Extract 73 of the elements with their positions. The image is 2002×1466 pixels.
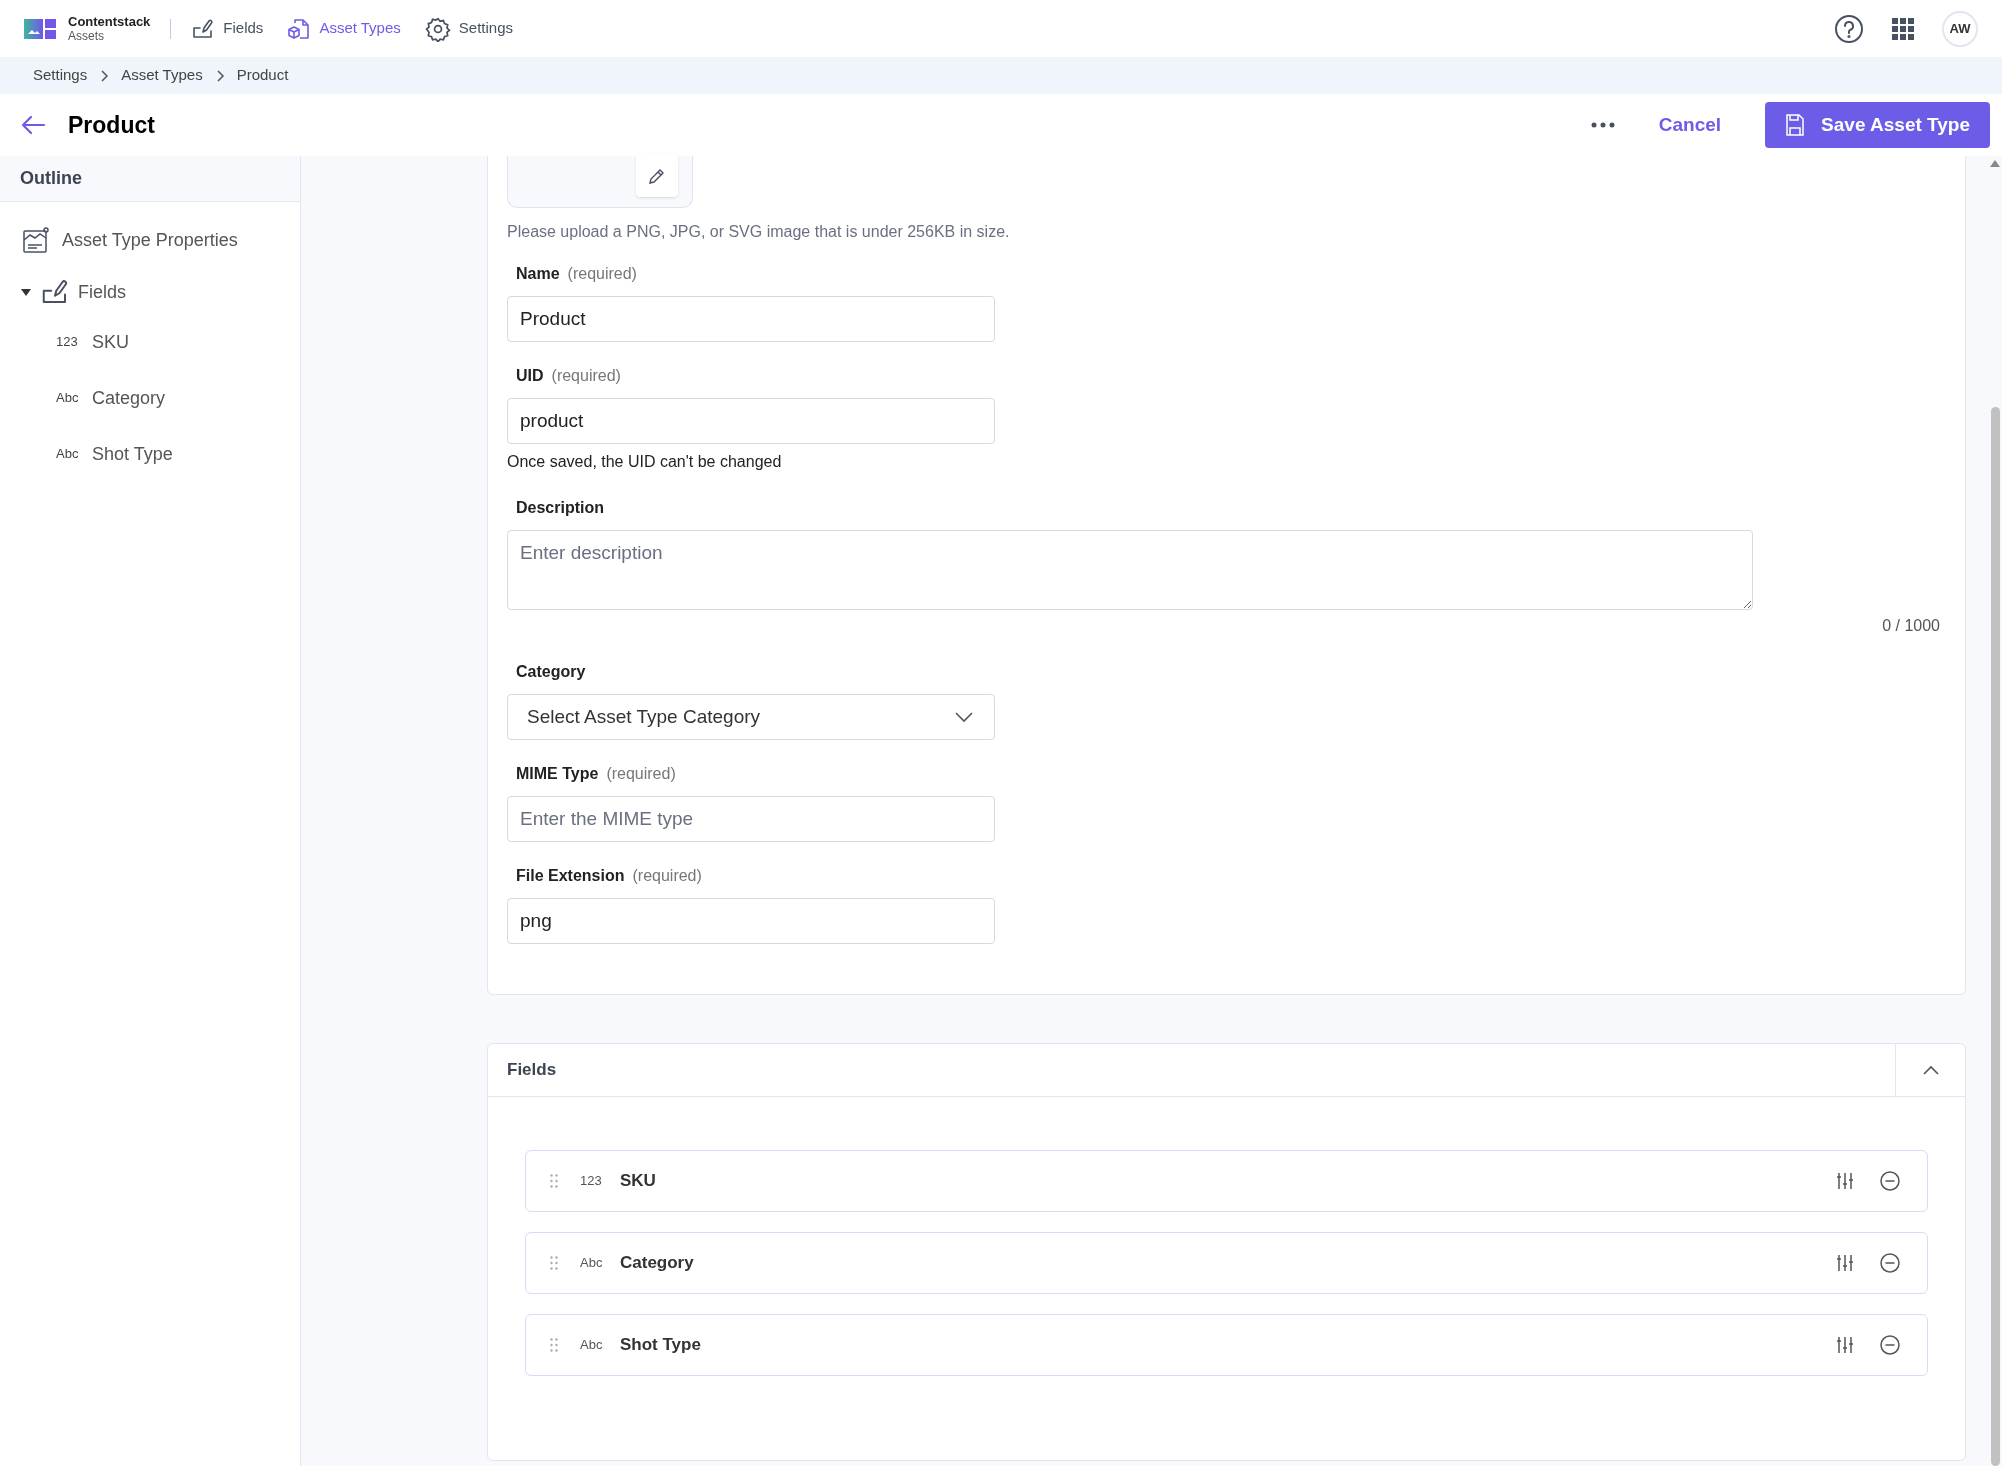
description-field[interactable]: Enter description	[507, 530, 1753, 610]
field-label: UID	[516, 366, 544, 386]
text-field[interactable]: product	[507, 398, 995, 444]
nav-tab[interactable]: Asset Types	[287, 16, 401, 41]
remove-icon[interactable]	[1879, 1334, 1901, 1356]
field-name: Shot Type	[620, 1334, 701, 1357]
product-name: Assets	[68, 28, 105, 44]
sliders-icon[interactable]	[1835, 1335, 1855, 1355]
required-hint: (required)	[632, 866, 702, 886]
chevron-right-icon	[99, 68, 110, 83]
field-label: MIME Type	[516, 764, 599, 784]
breadcrumb-link[interactable]: Asset Types	[121, 64, 203, 87]
sliders-icon[interactable]	[1835, 1253, 1855, 1273]
field-type-label: Abc	[580, 1254, 604, 1273]
outline-item[interactable]: Abc Category	[0, 370, 300, 426]
field-row[interactable]: Abc Shot Type	[525, 1314, 1928, 1376]
field-row[interactable]: 123 SKU	[525, 1150, 1928, 1212]
field-name: SKU	[620, 1170, 656, 1193]
field-type-label: 123	[580, 1172, 603, 1191]
disclosure-triangle-icon	[20, 286, 32, 298]
sliders-icon[interactable]	[1835, 1171, 1855, 1191]
drag-handle-icon[interactable]	[550, 1174, 558, 1188]
chevron-down-icon	[954, 711, 974, 723]
user-avatar[interactable]: AW	[1942, 10, 1978, 47]
required-hint: (required)	[567, 264, 637, 284]
outline-item[interactable]: Fields	[0, 270, 300, 314]
more-options-icon[interactable]	[1590, 122, 1615, 128]
text-field[interactable]: Product	[507, 296, 995, 342]
cancel-button[interactable]: Cancel	[1634, 110, 1746, 140]
field-label: File Extension	[516, 866, 625, 886]
field-row[interactable]: Abc Category	[525, 1232, 1928, 1294]
field-name: Category	[620, 1252, 694, 1275]
breadcrumb-link[interactable]: Settings	[33, 64, 88, 87]
outline-item[interactable]: 123 SKU	[0, 314, 300, 370]
nav-tab[interactable]: Fields	[191, 16, 264, 41]
outline-item[interactable]: Asset Type Properties	[0, 218, 300, 262]
help-icon[interactable]	[1834, 13, 1864, 44]
remove-icon[interactable]	[1879, 1252, 1901, 1274]
drag-handle-icon[interactable]	[550, 1338, 558, 1352]
outline-item[interactable]: Abc Shot Type	[0, 426, 300, 482]
text-field[interactable]: png	[507, 898, 995, 944]
field-type-label: Abc	[580, 1336, 604, 1355]
field-note: Once saved, the UID can't be changed	[507, 452, 783, 472]
field-label: Category	[516, 662, 586, 682]
upload-hint: Please upload a PNG, JPG, or SVG image that is under 256KB in size.	[507, 222, 1011, 242]
page-title: Product	[68, 110, 155, 140]
required-hint: (required)	[551, 366, 621, 386]
required-hint: (required)	[606, 764, 676, 784]
category-dropdown[interactable]: Select Asset Type Category	[507, 694, 995, 740]
scroll-up-icon[interactable]	[1990, 160, 2000, 167]
character-counter: 0 / 1000	[1882, 616, 1940, 636]
cube-document-icon	[287, 16, 312, 41]
settings-icon	[424, 15, 451, 42]
field-label: Name	[516, 264, 560, 284]
brand-name: Contentstack	[68, 13, 151, 29]
scrollbar-thumb[interactable]	[1990, 407, 2000, 1466]
nav-tab[interactable]: Settings	[424, 15, 513, 42]
apps-grid-icon[interactable]	[1892, 17, 1914, 40]
drag-handle-icon[interactable]	[550, 1256, 558, 1270]
section-title: Fields	[507, 1059, 557, 1082]
logo-icon	[24, 16, 56, 41]
back-arrow-icon[interactable]	[20, 114, 46, 136]
field-label: Description	[516, 498, 604, 518]
save-button[interactable]: Save Asset Type	[1765, 102, 1990, 148]
remove-icon[interactable]	[1879, 1170, 1901, 1192]
pencil-icon	[648, 167, 666, 185]
breadcrumb-link[interactable]: Product	[236, 64, 289, 87]
chevron-right-icon	[214, 68, 225, 83]
edit-image-button[interactable]	[636, 155, 678, 197]
card-chart-icon	[22, 226, 50, 254]
text-field[interactable]: Enter the MIME type	[507, 796, 995, 842]
outline-title: Outline	[20, 167, 82, 190]
chevron-up-icon[interactable]	[1921, 1064, 1940, 1076]
